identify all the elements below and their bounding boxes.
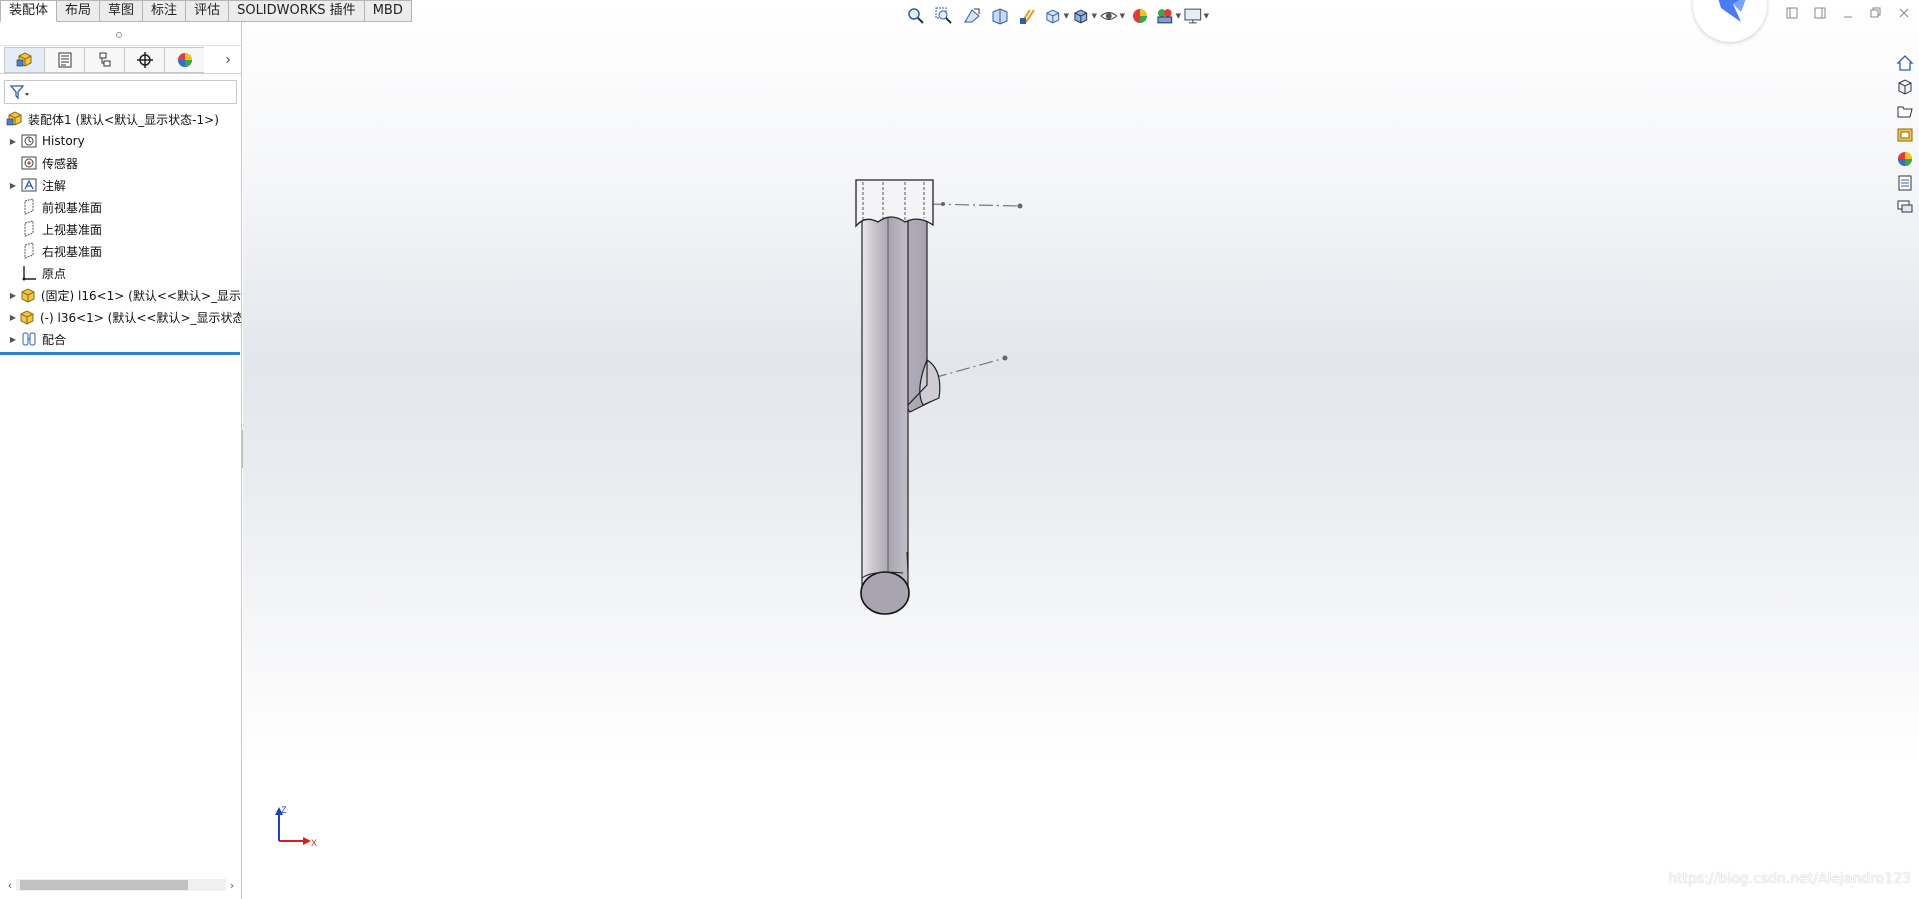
scroll-right-icon[interactable]: ›	[226, 879, 238, 892]
feature-manager-panel: › 装配体1 (默认<默认_显示状态-1>) ▶ History 传感器 ▶ 注…	[0, 22, 242, 899]
tree-item-label: (-) l36<1> (默认<<默认>_显示状态	[40, 310, 241, 325]
assembly-model[interactable]	[243, 0, 1919, 899]
tree-item-annotations[interactable]: ▶ 注解	[0, 174, 241, 196]
expand-arrow-icon[interactable]: ▶	[8, 334, 18, 344]
expand-arrow-icon[interactable]: ▶	[8, 290, 18, 300]
tree-item-part-l36[interactable]: ▶ (-) l36<1> (默认<<默认>_显示状态	[0, 306, 241, 328]
tree-item-origin[interactable]: 原点	[0, 262, 241, 284]
tab-solidworks-addins[interactable]: SOLIDWORKS 插件	[229, 0, 365, 22]
tab-assembly[interactable]: 装配体	[0, 0, 58, 22]
tree-item-label: 原点	[42, 266, 67, 281]
tree-item-mates[interactable]: ▶ 配合	[0, 328, 241, 350]
tree-item-sensors[interactable]: 传感器	[0, 152, 241, 174]
command-manager-tabs: 装配体 布局 草图 标注 评估 SOLIDWORKS 插件 MBD	[0, 0, 412, 22]
part-icon	[19, 286, 37, 304]
configurationmanager-tab[interactable]	[84, 46, 124, 73]
scroll-left-icon[interactable]: ‹	[4, 879, 16, 892]
history-icon	[20, 132, 38, 150]
reference-triad: Z X	[275, 805, 319, 850]
tree-item-right-plane[interactable]: 右视基准面	[0, 240, 241, 262]
plane-icon	[20, 242, 38, 260]
expand-arrow-icon[interactable]: ▶	[8, 312, 18, 322]
scroll-thumb[interactable]	[20, 880, 188, 890]
feature-tree: 装配体1 (默认<默认_显示状态-1>) ▶ History 传感器 ▶ 注解	[0, 108, 241, 355]
featuremanager-tab[interactable]	[4, 46, 44, 73]
graphics-viewport[interactable]: ▼ ▼ ▼ ▼ ▼ Z X https://blog.csdn.net/Alej…	[243, 0, 1919, 899]
tree-item-label: (固定) l16<1> (默认<<默认>_显示	[40, 288, 241, 303]
tab-mbd[interactable]: MBD	[364, 0, 412, 22]
panel-grip[interactable]	[0, 22, 241, 46]
axis-line-branch	[932, 357, 1006, 379]
watermark-text: https://blog.csdn.net/Alejandro123	[1668, 871, 1911, 887]
dimxpertmanager-icon	[136, 51, 153, 68]
tree-item-label: History	[42, 134, 85, 148]
tree-item-top-plane[interactable]: 上视基准面	[0, 218, 241, 240]
tree-item-label: 前视基准面	[42, 200, 103, 215]
displaymanager-icon	[177, 52, 192, 67]
dimxpertmanager-tab[interactable]	[124, 46, 164, 73]
expand-arrow-icon[interactable]: ▶	[8, 136, 18, 146]
tree-item-label: 注解	[42, 178, 67, 193]
displaymanager-tab[interactable]	[164, 46, 204, 73]
tree-filter[interactable]	[4, 80, 237, 104]
tree-item-label: 右视基准面	[42, 244, 103, 259]
chevron-right-icon[interactable]: ›	[221, 50, 235, 70]
triad-z-label: Z	[281, 805, 287, 815]
tab-layout[interactable]: 布局	[57, 0, 101, 22]
tree-item-label: 上视基准面	[42, 222, 103, 237]
assembly-icon	[6, 110, 24, 128]
tree-root-label: 装配体1 (默认<默认_显示状态-1>)	[28, 112, 219, 127]
tube-end-cap	[860, 571, 910, 615]
propertymanager-tab[interactable]	[44, 46, 84, 73]
main-tube[interactable]	[861, 214, 909, 594]
expand-arrow-icon[interactable]: ▶	[8, 180, 18, 190]
mates-icon	[20, 330, 38, 348]
tab-markup[interactable]: 标注	[143, 0, 187, 22]
annotation-icon	[20, 176, 38, 194]
filter-icon	[9, 85, 29, 100]
tree-end-marker	[0, 352, 240, 355]
propertymanager-icon	[58, 52, 71, 67]
plane-icon	[20, 198, 38, 216]
tab-evaluate[interactable]: 评估	[186, 0, 230, 22]
featuremanager-icon	[16, 51, 31, 67]
tree-item-front-plane[interactable]: 前视基准面	[0, 196, 241, 218]
tree-item-part-l16[interactable]: ▶ (固定) l16<1> (默认<<默认>_显示	[0, 284, 241, 306]
origin-icon	[20, 264, 38, 282]
horizontal-scrollbar[interactable]: ‹ ›	[4, 877, 238, 893]
sensor-icon	[20, 154, 38, 172]
tree-item-label: 传感器	[42, 156, 79, 171]
part-icon	[18, 308, 36, 326]
configurationmanager-icon	[99, 52, 110, 66]
triad-x-label: X	[311, 838, 317, 847]
tree-item-history[interactable]: ▶ History	[0, 130, 241, 152]
tab-sketch[interactable]: 草图	[100, 0, 144, 22]
tree-item-label: 配合	[42, 332, 67, 347]
tree-root-assembly[interactable]: 装配体1 (默认<默认_显示状态-1>)	[0, 108, 241, 130]
manager-tabs: ›	[0, 46, 241, 74]
plane-icon	[20, 220, 38, 238]
